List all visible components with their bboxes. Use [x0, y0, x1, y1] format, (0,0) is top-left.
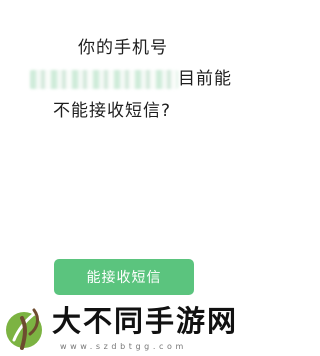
leaf-logo-icon [6, 308, 42, 350]
watermark-url: www.szdbtgg.com [60, 342, 187, 351]
watermark-title: 大不同手游网 [52, 304, 239, 338]
question-line-2-suffix: 目前能 [178, 69, 232, 89]
watermark: 大不同手游网 www.szdbtgg.com [0, 300, 247, 356]
sms-check-screen: 你的手机号 目前能 不能接收短信? 能接收短信 大不同手游网 www.szdbt… [0, 0, 247, 356]
question-line-2: 目前能 [30, 64, 240, 95]
masked-phone-number [30, 70, 178, 89]
question-line-3: 不能接收短信? [53, 101, 172, 121]
can-receive-sms-button[interactable]: 能接收短信 [54, 259, 194, 295]
question-line-1: 你的手机号 [78, 38, 168, 58]
